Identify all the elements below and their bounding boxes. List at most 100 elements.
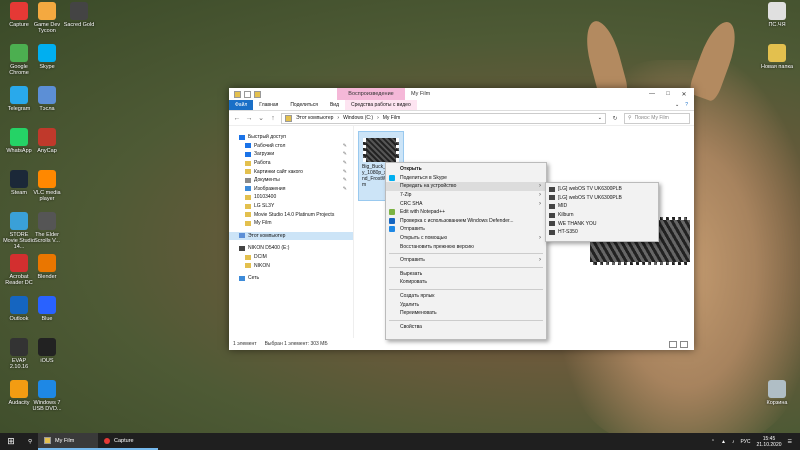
nav-item[interactable]: NIKON bbox=[229, 261, 353, 270]
menu-item[interactable]: Открыть с помощью › bbox=[386, 234, 546, 243]
menu-item[interactable]: Создать ярлык bbox=[386, 292, 546, 301]
menu-item[interactable]: 7-Zip › bbox=[386, 191, 546, 200]
menu-item[interactable]: Восстановить прежнюю версию bbox=[386, 242, 546, 251]
device-menu-item[interactable]: [LG] webOS TV UK6300PLB bbox=[546, 185, 658, 194]
chevron-right-icon: › bbox=[539, 235, 541, 242]
download-icon bbox=[245, 151, 251, 157]
nav-item[interactable]: Загрузки ✎ bbox=[229, 150, 353, 159]
forward-button[interactable]: → bbox=[245, 115, 253, 122]
new-folder-icon[interactable] bbox=[254, 90, 261, 98]
desktop-icon-monitor[interactable]: Тэсла bbox=[30, 86, 64, 112]
folder-icon[interactable] bbox=[234, 90, 241, 98]
maximize-button[interactable]: □ bbox=[660, 88, 676, 100]
nav-item-label: DCIM bbox=[254, 254, 267, 261]
nav-item[interactable]: Работа ✎ bbox=[229, 159, 353, 168]
tab-view[interactable]: Вид bbox=[324, 100, 345, 110]
nav-item[interactable]: NIKON D5400 (E:) bbox=[229, 244, 353, 253]
defender-icon bbox=[389, 217, 395, 224]
menu-item[interactable]: Проверка с использованием Windows Defend… bbox=[386, 217, 546, 226]
nav-item[interactable]: My Film bbox=[229, 219, 353, 228]
device-menu-item[interactable]: HT-S350 bbox=[546, 228, 658, 237]
desktop-icon-blue[interactable]: Blue bbox=[30, 296, 64, 322]
network-icon[interactable]: ▲ bbox=[721, 439, 726, 445]
nav-item[interactable]: 10103400 bbox=[229, 193, 353, 202]
minimize-button[interactable]: — bbox=[644, 88, 660, 100]
desktop-icon-folder[interactable]: Новая папка bbox=[760, 44, 794, 70]
taskbar-item-my-film[interactable]: My Film bbox=[38, 433, 99, 450]
menu-item[interactable]: Вырезать bbox=[386, 270, 546, 279]
nav-item[interactable]: Movie Studio 14.0 Platinum Projects bbox=[229, 210, 353, 219]
tab-video-tools[interactable]: Средства работы с видео bbox=[345, 100, 417, 110]
menu-item-label: Передать на устройство bbox=[400, 183, 457, 190]
desktop-icon-document[interactable]: ПС.ЧЯ bbox=[760, 2, 794, 28]
menu-item[interactable]: Свойства bbox=[386, 323, 546, 332]
search-button[interactable]: ⚲ bbox=[22, 433, 38, 450]
desktop-icon-skype[interactable]: Skype bbox=[30, 44, 64, 70]
desktop-icon-anycap[interactable]: AnyCap bbox=[30, 128, 64, 154]
menu-item[interactable]: Отправить › bbox=[386, 256, 546, 265]
menu-item[interactable]: Поделиться в Skype bbox=[386, 174, 546, 183]
title-bar[interactable]: Воспроизведение My Film — □ ✕ bbox=[229, 88, 694, 100]
nav-item[interactable]: LG SL3Y bbox=[229, 202, 353, 211]
back-button[interactable]: ← bbox=[233, 115, 241, 122]
nav-item[interactable]: Картинки сайт какого ✎ bbox=[229, 167, 353, 176]
breadcrumb-my-film[interactable]: My Film bbox=[383, 115, 401, 121]
device-menu-item[interactable]: MID bbox=[546, 202, 658, 211]
nav-item[interactable]: Документы ✎ bbox=[229, 176, 353, 185]
menu-item[interactable]: Открыть bbox=[386, 165, 546, 174]
address-bar[interactable]: Этот компьютер › Windows (C:) › My Film … bbox=[281, 112, 606, 124]
taskbar: ⊞ ⚲ My Film Capture ⌃ ▲ ♪ РУС 15:45 21.1… bbox=[0, 433, 800, 450]
desktop-icon-usb-dvd[interactable]: Windows 7 USB DVD... bbox=[30, 380, 64, 412]
refresh-button[interactable]: ↻ bbox=[610, 115, 620, 122]
menu-item[interactable]: Копировать bbox=[386, 278, 546, 287]
language-indicator[interactable]: РУС bbox=[740, 439, 750, 445]
desktop-icon-game-dev[interactable]: Game Dev Tycoon bbox=[30, 2, 64, 34]
menu-item[interactable]: Переименовать bbox=[386, 309, 546, 318]
contextual-tab-playback[interactable]: Воспроизведение bbox=[337, 88, 405, 100]
tab-file[interactable]: Файл bbox=[229, 100, 254, 110]
nav-item[interactable]: Сеть bbox=[229, 274, 353, 283]
menu-item[interactable]: Удалить bbox=[386, 300, 546, 309]
volume-icon[interactable]: ♪ bbox=[732, 439, 735, 445]
desktop-icon-vlc[interactable]: VLC media player bbox=[30, 170, 64, 202]
close-button[interactable]: ✕ bbox=[676, 88, 692, 100]
chevron-down-icon[interactable]: ⌄ bbox=[675, 102, 679, 108]
properties-icon[interactable] bbox=[244, 90, 251, 98]
recent-locations-button[interactable]: ⌄ bbox=[257, 114, 265, 122]
menu-item[interactable]: Передать на устройство › bbox=[386, 182, 546, 191]
device-label: WE THANK YOU bbox=[558, 220, 597, 227]
desktop-icon-recycle-bin[interactable]: Корзина bbox=[760, 380, 794, 406]
nav-item[interactable]: DCIM bbox=[229, 253, 353, 262]
breadcrumb-this-pc[interactable]: Этот компьютер bbox=[296, 115, 333, 121]
menu-item[interactable]: Отправить bbox=[386, 225, 546, 234]
search-icon: ⚲ bbox=[28, 438, 33, 445]
nav-item[interactable]: Этот компьютер bbox=[229, 231, 353, 241]
start-button[interactable]: ⊞ bbox=[0, 433, 22, 450]
nav-item[interactable]: Рабочий стол ✎ bbox=[229, 142, 353, 151]
taskbar-item-capture[interactable]: Capture bbox=[98, 433, 159, 450]
nav-item[interactable]: Изображения ✎ bbox=[229, 185, 353, 194]
clock[interactable]: 15:45 21.10.2020 bbox=[756, 436, 781, 448]
device-menu-item[interactable]: Kilburn bbox=[546, 211, 658, 220]
chevron-down-icon[interactable]: ⌄ bbox=[598, 115, 602, 121]
tab-home[interactable]: Главная bbox=[253, 100, 284, 110]
desktop-icon-elder-scrolls[interactable]: The Elder Scrolls V... bbox=[30, 212, 64, 244]
tab-share[interactable]: Поделиться bbox=[284, 100, 324, 110]
nav-item[interactable]: Быстрый доступ bbox=[229, 133, 353, 142]
chevron-up-icon[interactable]: ⌃ bbox=[711, 439, 715, 445]
device-menu-item[interactable]: [LG] webOS TV UK6300PLB bbox=[546, 194, 658, 203]
menu-item[interactable]: Edit with Notepad++ bbox=[386, 208, 546, 217]
device-menu-item[interactable]: WE THANK YOU bbox=[546, 219, 658, 228]
desktop-icon-ious[interactable]: iOUS bbox=[30, 338, 64, 364]
chrome-icon bbox=[10, 44, 28, 62]
breadcrumb-drive-c[interactable]: Windows (C:) bbox=[343, 115, 373, 121]
large-icons-view-icon[interactable] bbox=[680, 340, 688, 348]
details-view-icon[interactable] bbox=[669, 340, 677, 348]
up-button[interactable]: ↑ bbox=[269, 115, 277, 122]
desktop-icon-sacred-gold[interactable]: Sacred Gold bbox=[62, 2, 96, 28]
search-input[interactable]: ⚲ Поиск: My Film bbox=[624, 112, 690, 124]
desktop-icon-blender[interactable]: Blender bbox=[30, 254, 64, 280]
help-icon[interactable]: ? bbox=[685, 102, 688, 108]
notifications-icon[interactable]: ☰ bbox=[788, 439, 792, 445]
menu-item[interactable]: CRC SHA › bbox=[386, 199, 546, 208]
